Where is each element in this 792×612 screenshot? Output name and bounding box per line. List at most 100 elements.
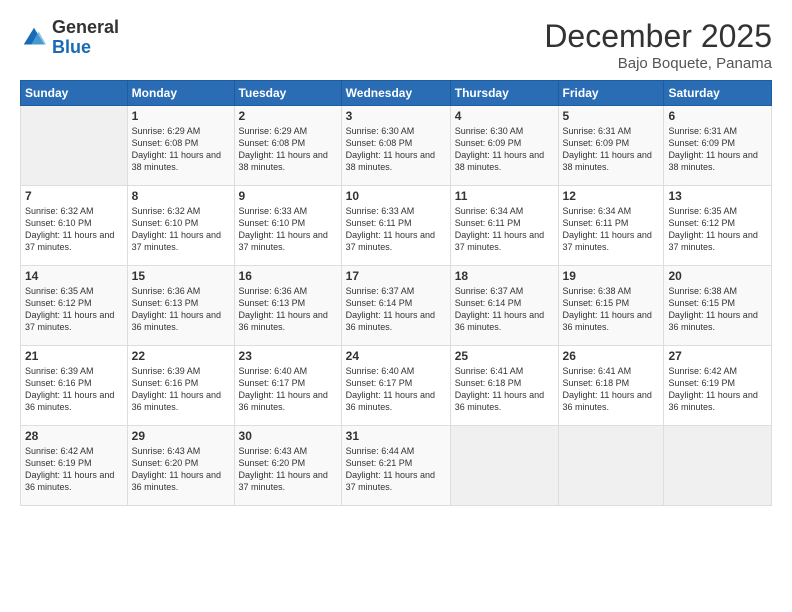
calendar-cell: 28 Sunrise: 6:42 AMSunset: 6:19 PMDayligh… — [21, 426, 128, 506]
cell-info: Sunrise: 6:30 AMSunset: 6:09 PMDaylight:… — [455, 126, 544, 172]
cell-info: Sunrise: 6:42 AMSunset: 6:19 PMDaylight:… — [25, 446, 114, 492]
logo-icon — [20, 24, 48, 52]
cell-info: Sunrise: 6:38 AMSunset: 6:15 PMDaylight:… — [668, 286, 757, 332]
calendar-cell: 16 Sunrise: 6:36 AMSunset: 6:13 PMDayligh… — [234, 266, 341, 346]
calendar-header-sunday: Sunday — [21, 81, 128, 106]
day-number: 12 — [563, 189, 660, 203]
cell-info: Sunrise: 6:42 AMSunset: 6:19 PMDaylight:… — [668, 366, 757, 412]
location: Bajo Boquete, Panama — [544, 55, 772, 72]
cell-info: Sunrise: 6:33 AMSunset: 6:11 PMDaylight:… — [346, 206, 435, 252]
day-number: 5 — [563, 109, 660, 123]
calendar-header-friday: Friday — [558, 81, 664, 106]
calendar-header-thursday: Thursday — [450, 81, 558, 106]
calendar-cell: 7 Sunrise: 6:32 AMSunset: 6:10 PMDaylight… — [21, 186, 128, 266]
calendar-cell: 10Sunrise: 6:33 AMSunset: 6:11 PMDayligh… — [341, 186, 450, 266]
day-number: 27 — [668, 349, 767, 363]
cell-info: Sunrise: 6:40 AMSunset: 6:17 PMDaylight:… — [346, 366, 435, 412]
day-number: 14 — [25, 269, 123, 283]
day-number: 31 — [346, 429, 446, 443]
day-number: 16 — [239, 269, 337, 283]
day-number: 26 — [563, 349, 660, 363]
cell-info: Sunrise: 6:32 AMSunset: 6:10 PMDaylight:… — [25, 206, 114, 252]
day-number: 2 — [239, 109, 337, 123]
cell-info: Sunrise: 6:29 AMSunset: 6:08 PMDaylight:… — [132, 126, 221, 172]
day-number: 17 — [346, 269, 446, 283]
calendar-cell: 23Sunrise: 6:40 AMSunset: 6:17 PMDayligh… — [234, 346, 341, 426]
month-year: December 2025 — [544, 18, 772, 55]
cell-info: Sunrise: 6:41 AMSunset: 6:18 PMDaylight:… — [455, 366, 544, 412]
calendar-cell: 2 Sunrise: 6:29 AMSunset: 6:08 PMDaylight… — [234, 106, 341, 186]
day-number: 7 — [25, 189, 123, 203]
calendar-week-row: 21 Sunrise: 6:39 AMSunset: 6:16 PMDayligh… — [21, 346, 772, 426]
cell-info: Sunrise: 6:44 AMSunset: 6:21 PMDaylight:… — [346, 446, 435, 492]
calendar-cell: 15 Sunrise: 6:36 AMSunset: 6:13 PMDayligh… — [127, 266, 234, 346]
calendar-week-row: 7 Sunrise: 6:32 AMSunset: 6:10 PMDaylight… — [21, 186, 772, 266]
logo-general: General — [52, 17, 119, 37]
calendar-cell: 22 Sunrise: 6:39 AMSunset: 6:16 PMDayligh… — [127, 346, 234, 426]
calendar-cell: 21 Sunrise: 6:39 AMSunset: 6:16 PMDayligh… — [21, 346, 128, 426]
calendar-header-saturday: Saturday — [664, 81, 772, 106]
calendar-header-row: SundayMondayTuesdayWednesdayThursdayFrid… — [21, 81, 772, 106]
calendar-cell — [558, 426, 664, 506]
calendar-cell: 25Sunrise: 6:41 AMSunset: 6:18 PMDayligh… — [450, 346, 558, 426]
calendar-cell: 20 Sunrise: 6:38 AMSunset: 6:15 PMDayligh… — [664, 266, 772, 346]
calendar-cell: 3Sunrise: 6:30 AMSunset: 6:08 PMDaylight… — [341, 106, 450, 186]
day-number: 19 — [563, 269, 660, 283]
day-number: 4 — [455, 109, 554, 123]
day-number: 6 — [668, 109, 767, 123]
day-number: 20 — [668, 269, 767, 283]
calendar-cell: 12 Sunrise: 6:34 AMSunset: 6:11 PMDayligh… — [558, 186, 664, 266]
calendar-cell — [664, 426, 772, 506]
day-number: 18 — [455, 269, 554, 283]
cell-info: Sunrise: 6:39 AMSunset: 6:16 PMDaylight:… — [132, 366, 221, 412]
calendar-cell: 24 Sunrise: 6:40 AMSunset: 6:17 PMDayligh… — [341, 346, 450, 426]
logo: General Blue — [20, 18, 119, 58]
cell-info: Sunrise: 6:32 AMSunset: 6:10 PMDaylight:… — [132, 206, 221, 252]
cell-info: Sunrise: 6:43 AMSunset: 6:20 PMDaylight:… — [239, 446, 328, 492]
calendar-cell: 14 Sunrise: 6:35 AMSunset: 6:12 PMDayligh… — [21, 266, 128, 346]
day-number: 11 — [455, 189, 554, 203]
cell-info: Sunrise: 6:29 AMSunset: 6:08 PMDaylight:… — [239, 126, 328, 172]
cell-info: Sunrise: 6:43 AMSunset: 6:20 PMDaylight:… — [132, 446, 221, 492]
calendar-cell: 19Sunrise: 6:38 AMSunset: 6:15 PMDayligh… — [558, 266, 664, 346]
calendar-table: SundayMondayTuesdayWednesdayThursdayFrid… — [20, 80, 772, 506]
cell-info: Sunrise: 6:30 AMSunset: 6:08 PMDaylight:… — [346, 126, 435, 172]
cell-info: Sunrise: 6:39 AMSunset: 6:16 PMDaylight:… — [25, 366, 114, 412]
calendar-cell: 30Sunrise: 6:43 AMSunset: 6:20 PMDayligh… — [234, 426, 341, 506]
day-number: 22 — [132, 349, 230, 363]
cell-info: Sunrise: 6:36 AMSunset: 6:13 PMDaylight:… — [239, 286, 328, 332]
cell-info: Sunrise: 6:37 AMSunset: 6:14 PMDaylight:… — [455, 286, 544, 332]
calendar-cell: 26 Sunrise: 6:41 AMSunset: 6:18 PMDayligh… — [558, 346, 664, 426]
cell-info: Sunrise: 6:40 AMSunset: 6:17 PMDaylight:… — [239, 366, 328, 412]
calendar-cell: 11Sunrise: 6:34 AMSunset: 6:11 PMDayligh… — [450, 186, 558, 266]
cell-info: Sunrise: 6:34 AMSunset: 6:11 PMDaylight:… — [563, 206, 652, 252]
calendar-cell — [21, 106, 128, 186]
cell-info: Sunrise: 6:37 AMSunset: 6:14 PMDaylight:… — [346, 286, 435, 332]
day-number: 21 — [25, 349, 123, 363]
calendar-header-tuesday: Tuesday — [234, 81, 341, 106]
day-number: 15 — [132, 269, 230, 283]
calendar-header-monday: Monday — [127, 81, 234, 106]
day-number: 8 — [132, 189, 230, 203]
logo-text: General Blue — [52, 18, 119, 58]
calendar-cell — [450, 426, 558, 506]
calendar-cell: 8 Sunrise: 6:32 AMSunset: 6:10 PMDaylight… — [127, 186, 234, 266]
calendar-week-row: 28 Sunrise: 6:42 AMSunset: 6:19 PMDayligh… — [21, 426, 772, 506]
calendar-cell: 29Sunrise: 6:43 AMSunset: 6:20 PMDayligh… — [127, 426, 234, 506]
calendar-cell: 5 Sunrise: 6:31 AMSunset: 6:09 PMDaylight… — [558, 106, 664, 186]
day-number: 24 — [346, 349, 446, 363]
title-block: December 2025 Bajo Boquete, Panama — [544, 18, 772, 72]
cell-info: Sunrise: 6:35 AMSunset: 6:12 PMDaylight:… — [25, 286, 114, 332]
cell-info: Sunrise: 6:41 AMSunset: 6:18 PMDaylight:… — [563, 366, 652, 412]
cell-info: Sunrise: 6:33 AMSunset: 6:10 PMDaylight:… — [239, 206, 328, 252]
cell-info: Sunrise: 6:31 AMSunset: 6:09 PMDaylight:… — [563, 126, 652, 172]
calendar-week-row: 14 Sunrise: 6:35 AMSunset: 6:12 PMDayligh… — [21, 266, 772, 346]
calendar-cell: 31 Sunrise: 6:44 AMSunset: 6:21 PMDayligh… — [341, 426, 450, 506]
cell-info: Sunrise: 6:36 AMSunset: 6:13 PMDaylight:… — [132, 286, 221, 332]
day-number: 1 — [132, 109, 230, 123]
day-number: 9 — [239, 189, 337, 203]
calendar-cell: 6Sunrise: 6:31 AMSunset: 6:09 PMDaylight… — [664, 106, 772, 186]
day-number: 28 — [25, 429, 123, 443]
calendar-cell: 17 Sunrise: 6:37 AMSunset: 6:14 PMDayligh… — [341, 266, 450, 346]
calendar-cell: 1 Sunrise: 6:29 AMSunset: 6:08 PMDaylight… — [127, 106, 234, 186]
